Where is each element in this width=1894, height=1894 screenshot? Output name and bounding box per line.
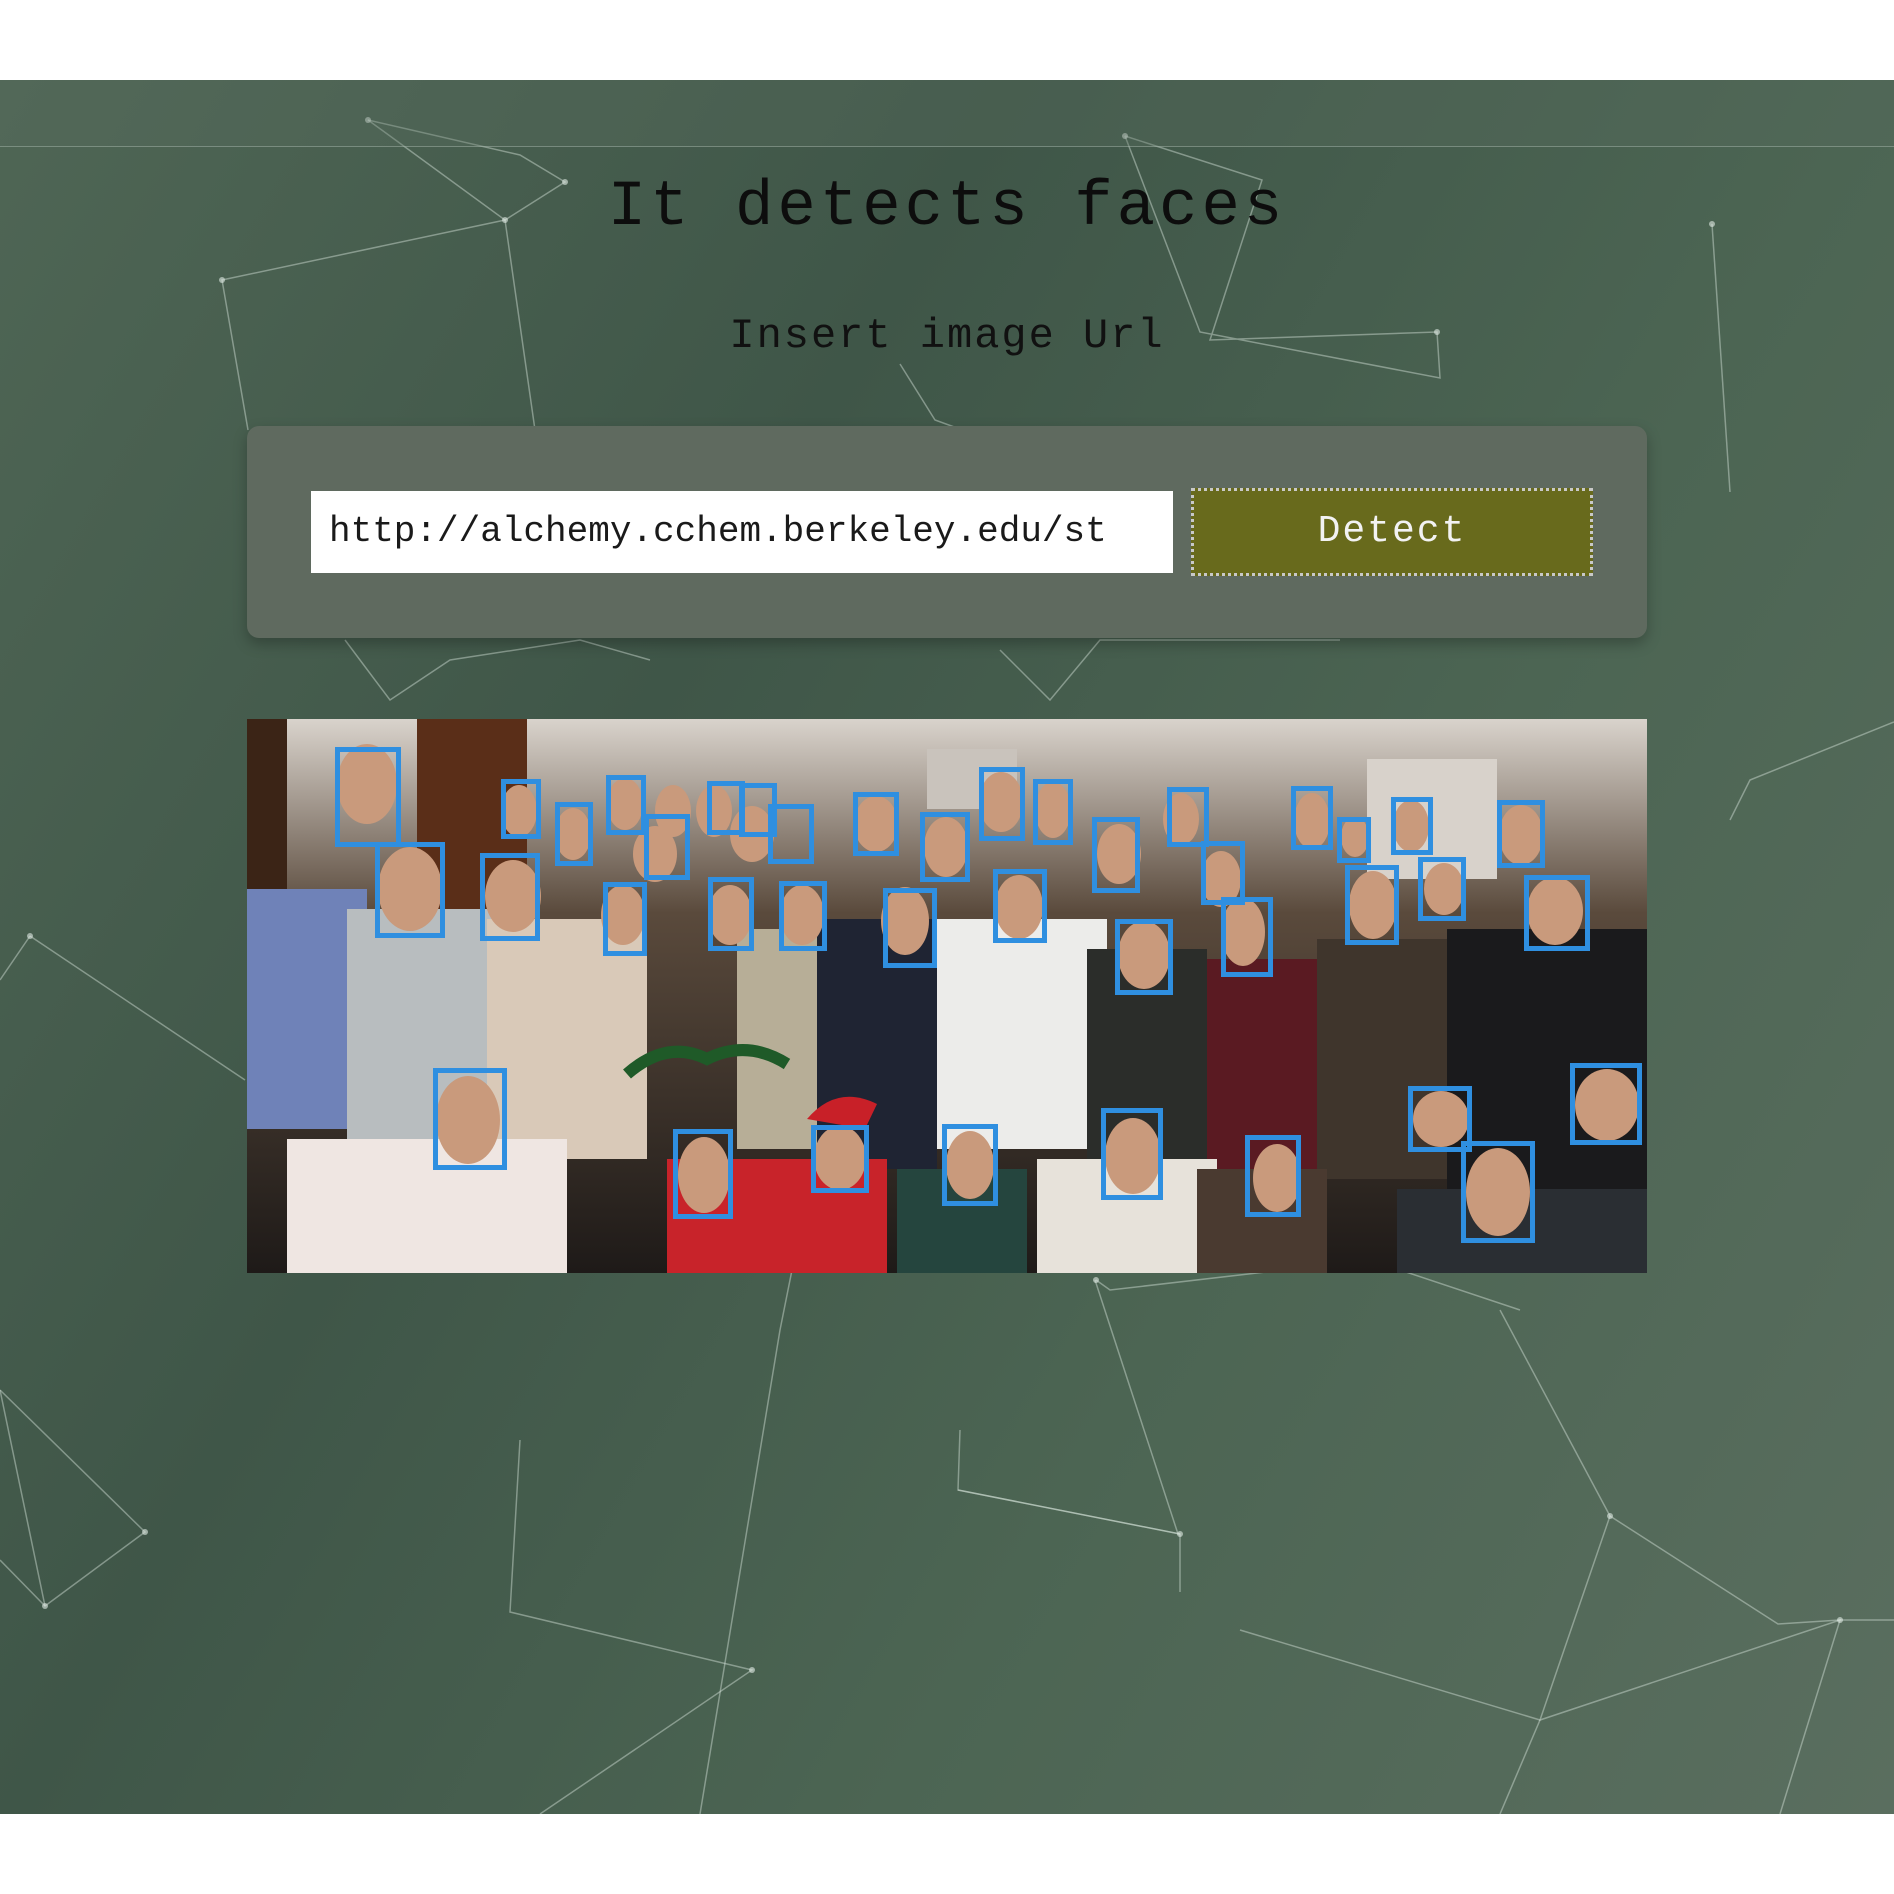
url-form-card: http://alchemy.cchem.berkeley.edu/st Det… [247,426,1647,638]
face-detection-box [1497,800,1545,868]
top-bar [0,80,1894,147]
face-detection-box [501,779,541,839]
face-detection-box [942,1124,998,1206]
face-detection-box [768,804,814,864]
face-detection-box [920,812,970,882]
face-detection-box [555,802,593,866]
face-detection-box [335,747,401,847]
page-title: It detects faces [607,172,1287,244]
face-detection-box [1524,875,1590,951]
face-detection-box [993,869,1047,943]
face-detection-box [708,877,754,951]
face-detection-box [779,881,827,951]
face-detection-box [1115,919,1173,995]
face-detection-box [979,767,1025,841]
face-detection-box [673,1129,733,1219]
page-background: It detects faces Insert image Url http:/… [0,80,1894,1814]
face-detection-box [1461,1141,1535,1243]
face-detection-box [1291,786,1333,850]
face-detection-box [853,792,899,856]
detect-button[interactable]: Detect [1191,488,1593,576]
input-prompt-label: Insert image Url [729,312,1165,360]
face-detection-box [433,1068,507,1170]
face-detection-box [1167,787,1209,847]
face-detection-box [375,842,445,938]
image-url-input[interactable]: http://alchemy.cchem.berkeley.edu/st [311,491,1173,573]
face-detection-box [1201,841,1245,905]
face-detection-box [1221,897,1273,977]
face-detection-box [644,814,690,880]
face-detection-box [1092,817,1140,893]
face-detection-box [1101,1108,1163,1200]
face-detection-box [1337,817,1371,863]
face-detection-box [883,888,937,968]
face-detection-box [811,1125,869,1193]
face-detection-box [480,853,540,941]
face-detection-box [606,775,646,835]
face-detection-box [1033,779,1073,845]
face-detection-box [1418,857,1466,921]
face-detection-box [1245,1135,1301,1217]
face-detection-box [1345,865,1399,945]
detected-faces-image [247,719,1647,1273]
face-detection-box [1570,1063,1642,1145]
face-detection-box [1391,797,1433,855]
face-detection-box [603,882,647,956]
